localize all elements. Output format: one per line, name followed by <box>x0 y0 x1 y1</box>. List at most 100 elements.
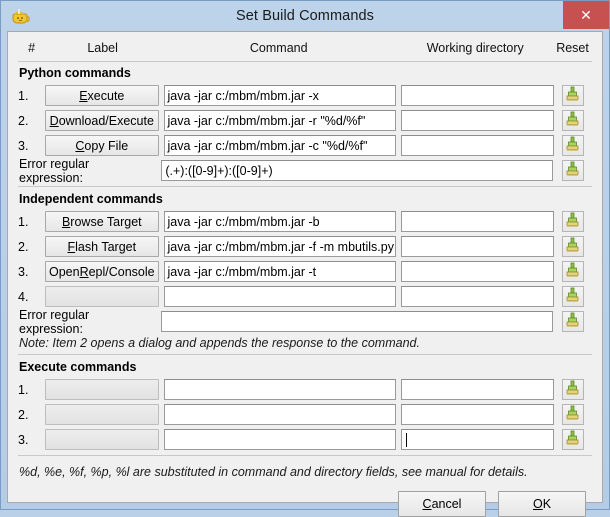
command-input[interactable] <box>163 379 397 400</box>
window-title: Set Build Commands <box>236 8 374 24</box>
reset-cell <box>554 379 592 400</box>
cancel-button[interactable]: Cancel <box>398 491 486 517</box>
broom-icon <box>565 212 580 231</box>
reset-cell <box>554 135 592 156</box>
reset-button[interactable] <box>561 211 584 232</box>
substitution-hint: %d, %e, %f, %p, %l are substituted in co… <box>19 465 528 479</box>
reset-cell <box>554 236 592 257</box>
column-headers: # Label Command Working directory Reset <box>18 38 592 58</box>
section-divider <box>18 186 592 187</box>
column-header-num: # <box>28 41 36 55</box>
label-button[interactable]: Flash Target <box>45 236 159 257</box>
section-divider <box>18 455 592 456</box>
section-divider <box>18 354 592 355</box>
error-regex-row: Error regular expression: (.+):([0-9]+):(… <box>18 156 592 185</box>
broom-icon <box>565 287 580 306</box>
command-input[interactable]: java -jar c:/mbm/mbm.jar -c "%d/%f" <box>163 135 397 156</box>
reset-button[interactable] <box>561 404 584 425</box>
row-index: 2. <box>18 113 29 128</box>
sections-container: Python commands 1. Execute java -jar c:/mbm… <box>18 66 592 456</box>
command-row: 2. Flash Target java -jar c:/mbm/mbm.jar -… <box>18 235 592 258</box>
row-index: 3. <box>18 138 29 153</box>
error-regex-input[interactable] <box>161 311 554 332</box>
broom-icon <box>565 380 580 399</box>
reset-button[interactable] <box>561 286 584 307</box>
broom-icon <box>565 405 580 424</box>
label-button <box>45 404 159 425</box>
row-index: 1. <box>18 88 29 103</box>
section-title: Execute commands <box>19 360 137 374</box>
command-input[interactable] <box>163 404 397 425</box>
working-directory-input[interactable] <box>401 110 554 131</box>
command-row: 1. Browse Target java -jar c:/mbm/mbm.jar … <box>18 210 592 233</box>
command-row: 1. Execute java -jar c:/mbm/mbm.jar -x <box>18 84 592 107</box>
working-directory-input[interactable] <box>401 211 554 232</box>
working-directory-input[interactable] <box>401 404 554 425</box>
label-button[interactable]: Execute <box>45 85 159 106</box>
dialog-window: Set Build Commands ✕ # Label Command Wor… <box>0 0 610 517</box>
section-2: Independent commands 1. Browse Target java … <box>18 192 592 350</box>
reset-cell <box>553 311 592 332</box>
row-index: 3. <box>18 432 29 447</box>
broom-icon <box>565 111 580 130</box>
label-button <box>45 429 159 450</box>
section-title: Python commands <box>19 66 131 80</box>
reset-cell <box>554 404 592 425</box>
command-input[interactable] <box>163 286 397 307</box>
ok-button[interactable]: OK <box>498 491 586 517</box>
column-header-command: Command <box>249 41 308 55</box>
working-directory-input[interactable] <box>401 135 554 156</box>
error-regex-input[interactable]: (.+):([0-9]+):([0-9]+) <box>161 160 554 181</box>
header-divider <box>18 61 592 62</box>
label-button <box>45 379 159 400</box>
reset-button[interactable] <box>561 135 584 156</box>
reset-cell <box>554 110 592 131</box>
broom-icon <box>565 262 580 281</box>
section-3: Execute commands 1. 2. 3. <box>18 360 592 451</box>
command-row: 2. Download/Execute java -jar c:/mbm/mbm.j… <box>18 109 592 132</box>
reset-button[interactable] <box>561 429 584 450</box>
working-directory-input[interactable] <box>401 236 554 257</box>
label-button[interactable]: Copy File <box>45 135 159 156</box>
reset-button[interactable] <box>561 85 584 106</box>
label-button[interactable]: Browse Target <box>45 211 159 232</box>
command-input[interactable]: java -jar c:/mbm/mbm.jar -t <box>163 261 397 282</box>
working-directory-input[interactable] <box>401 379 554 400</box>
command-input[interactable]: java -jar c:/mbm/mbm.jar -r "%d/%f" <box>163 110 397 131</box>
command-input[interactable]: java -jar c:/mbm/mbm.jar -f -m mbutils.p… <box>163 236 397 257</box>
reset-cell <box>554 286 592 307</box>
command-input[interactable]: java -jar c:/mbm/mbm.jar -b <box>163 211 397 232</box>
row-index: 2. <box>18 407 29 422</box>
row-index: 3. <box>18 264 29 279</box>
reset-button[interactable] <box>561 110 584 131</box>
working-directory-input[interactable] <box>401 85 554 106</box>
working-directory-input[interactable] <box>401 286 554 307</box>
row-index: 4. <box>18 289 29 304</box>
dialog-client-area: # Label Command Working directory Reset … <box>7 31 603 517</box>
row-index: 1. <box>18 382 29 397</box>
reset-button[interactable] <box>561 160 584 181</box>
label-button <box>45 286 159 307</box>
error-regex-label: Error regular expression: <box>19 156 90 185</box>
column-header-workdir: Working directory <box>426 41 524 55</box>
column-header-reset: Reset <box>556 41 589 55</box>
label-button[interactable]: Open Repl/Console <box>45 261 159 282</box>
section-title: Independent commands <box>19 192 163 206</box>
broom-icon <box>565 86 580 105</box>
working-directory-input[interactable] <box>401 261 554 282</box>
label-button[interactable]: Download/Execute <box>45 110 159 131</box>
reset-button[interactable] <box>561 311 584 332</box>
working-directory-input[interactable] <box>401 429 554 450</box>
command-row: 4. <box>18 285 592 308</box>
section-1: Python commands 1. Execute java -jar c:/mbm… <box>18 66 592 185</box>
close-button[interactable]: ✕ <box>563 1 609 29</box>
command-input[interactable]: java -jar c:/mbm/mbm.jar -x <box>163 85 397 106</box>
error-regex-row: Error regular expression: <box>18 308 592 336</box>
reset-cell <box>553 160 592 181</box>
reset-button[interactable] <box>561 379 584 400</box>
broom-icon <box>565 161 580 180</box>
command-row: 3. Open Repl/Console java -jar c:/mbm/mbm.… <box>18 260 592 283</box>
reset-button[interactable] <box>561 236 584 257</box>
command-input[interactable] <box>163 429 397 450</box>
reset-button[interactable] <box>561 261 584 282</box>
